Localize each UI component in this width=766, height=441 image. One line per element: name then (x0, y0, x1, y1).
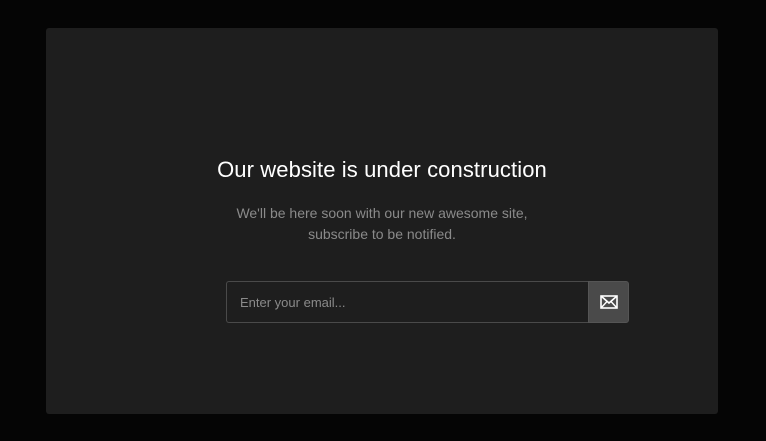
subtitle-line-1: We'll be here soon with our new awesome … (236, 205, 528, 221)
page-subtitle: We'll be here soon with our new awesome … (46, 203, 718, 245)
construction-card: Our website is under construction We'll … (46, 28, 718, 414)
page-title: Our website is under construction (217, 157, 547, 182)
subscribe-button[interactable] (588, 281, 629, 323)
email-input[interactable] (226, 281, 588, 323)
envelope-icon (599, 295, 618, 309)
subtitle-line-2: subscribe to be notified. (308, 226, 456, 242)
subscribe-form (226, 281, 629, 323)
